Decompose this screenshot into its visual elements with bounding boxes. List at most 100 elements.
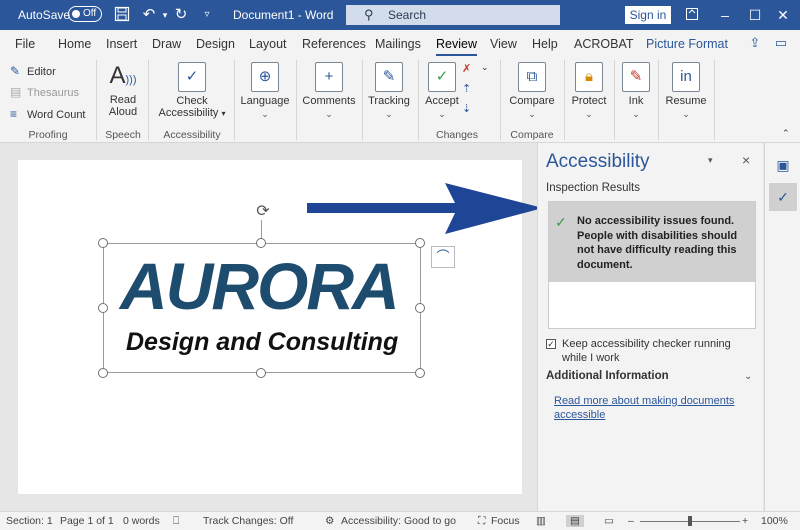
resize-handle[interactable] — [256, 368, 266, 378]
previous-change-icon[interactable]: ⇡ — [462, 82, 471, 95]
additional-info-heading[interactable]: Additional Information — [546, 370, 669, 382]
check-accessibility-icon: ✓ — [178, 62, 206, 92]
read-more-link[interactable]: Read more about making documents accessi… — [554, 394, 744, 422]
tab-layout[interactable]: Layout — [249, 37, 287, 51]
thesaurus-label: Thesaurus — [27, 87, 79, 99]
status-focus[interactable]: Focus — [491, 515, 520, 527]
resume-button[interactable]: in Resume ⌄ — [664, 62, 708, 120]
collapse-ribbon-icon[interactable]: ⌃ — [782, 128, 790, 139]
check-accessibility-button[interactable]: ✓ Check Accessibility ▾ — [156, 62, 228, 119]
language-button[interactable]: ⊕ Language ⌄ — [240, 62, 290, 120]
resize-handle[interactable] — [98, 238, 108, 248]
maximize-icon[interactable]: ☐ — [745, 5, 765, 25]
sign-in-button[interactable]: Sign in — [625, 6, 671, 24]
editor-button[interactable]: ✎ Editor — [10, 64, 56, 78]
zoom-out-icon[interactable]: – — [628, 515, 634, 527]
next-change-icon[interactable]: ⇣ — [462, 102, 471, 115]
proofing-status-icon[interactable]: ⎕ — [173, 515, 179, 528]
tab-draw[interactable]: Draw — [152, 37, 181, 51]
compare-group-label: Compare — [510, 129, 554, 141]
tab-references[interactable]: References — [302, 37, 366, 51]
status-page[interactable]: Page 1 of 1 — [60, 515, 114, 527]
tab-mailings[interactable]: Mailings — [375, 37, 421, 51]
close-icon[interactable]: ✕ — [773, 5, 793, 25]
resize-handle[interactable] — [98, 303, 108, 313]
thesaurus-button[interactable]: ▤ Thesaurus — [10, 85, 79, 99]
autosave-label: AutoSave — [18, 8, 71, 22]
search-placeholder: Search — [388, 8, 427, 22]
compare-button[interactable]: ⧉ Compare ⌄ — [506, 62, 558, 120]
rotate-handle-icon[interactable]: ⟳ — [254, 203, 272, 221]
zoom-level[interactable]: 100% — [761, 515, 788, 527]
pane-close-icon[interactable]: × — [742, 152, 750, 168]
layout-options-icon[interactable]: ⌒ — [431, 246, 455, 268]
comments-icon[interactable]: ▭ — [772, 35, 790, 53]
chevron-down-icon: ⌄ — [261, 109, 269, 119]
tab-home[interactable]: Home — [58, 37, 91, 51]
status-section[interactable]: Section: 1 — [6, 515, 53, 527]
tab-acrobat[interactable]: ACROBAT — [574, 37, 634, 51]
separator — [96, 60, 97, 140]
search-box[interactable]: ⚲ Search — [346, 5, 560, 25]
autosave-state: Off — [83, 8, 97, 19]
zoom-slider-thumb[interactable] — [688, 516, 692, 526]
tab-help[interactable]: Help — [532, 37, 558, 51]
web-layout-icon[interactable]: ▭ — [604, 515, 614, 527]
toggle-knob — [72, 10, 80, 18]
status-accessibility[interactable]: Accessibility: Good to go — [341, 515, 456, 527]
resize-handle[interactable] — [415, 303, 425, 313]
read-mode-icon[interactable]: ▥ — [536, 515, 546, 527]
inspection-results-heading: Inspection Results — [546, 182, 640, 194]
language-icon: ⊕ — [251, 62, 279, 92]
resize-handle[interactable] — [98, 368, 108, 378]
compare-icon: ⧉ — [518, 62, 546, 92]
redo-icon[interactable]: ↻ — [172, 6, 190, 24]
accessibility-icon[interactable]: ✓ — [769, 183, 797, 211]
accessibility-group-label: Accessibility — [163, 129, 221, 141]
reject-dropdown-icon[interactable]: ⌄ — [481, 62, 489, 73]
ink-button[interactable]: ✎ Ink ⌄ — [618, 62, 654, 120]
tab-insert[interactable]: Insert — [106, 37, 137, 51]
zoom-in-icon[interactable]: + — [742, 515, 748, 527]
resize-handle[interactable] — [415, 238, 425, 248]
separator — [500, 60, 501, 140]
word-count-label: Word Count — [27, 109, 86, 121]
check-label-2-wrap: Accessibility ▾ — [156, 107, 228, 119]
tracking-button[interactable]: ✎ Tracking ⌄ — [366, 62, 412, 120]
pane-options-icon[interactable]: ▾ — [708, 155, 713, 166]
speech-group-label: Speech — [105, 129, 141, 141]
tab-review[interactable]: Review — [436, 37, 477, 56]
new-comment-icon: + — [315, 62, 343, 92]
minimize-icon[interactable]: – — [715, 5, 735, 25]
separator — [148, 60, 149, 140]
print-layout-icon[interactable]: ▤ — [566, 515, 584, 527]
resize-handle[interactable] — [415, 368, 425, 378]
chevron-down-icon: ⌄ — [682, 109, 690, 119]
word-count-button[interactable]: ≡ Word Count — [10, 107, 86, 121]
ribbon-display-icon[interactable] — [682, 5, 702, 25]
status-words[interactable]: 0 words — [123, 515, 160, 527]
tab-view[interactable]: View — [490, 37, 517, 51]
customize-qat-icon[interactable]: ▿ — [198, 6, 216, 24]
image-alt-icon[interactable]: ▣ — [769, 151, 797, 179]
protect-button[interactable]: 🔒︎ Protect ⌄ — [568, 62, 610, 120]
tab-design[interactable]: Design — [196, 37, 235, 51]
tab-picture-format[interactable]: Picture Format — [646, 37, 728, 51]
chevron-down-icon: ▾ — [221, 109, 226, 118]
keep-running-option[interactable]: ✓ Keep accessibility checker running whi… — [546, 337, 758, 365]
share-icon[interactable]: ⇪ — [746, 35, 764, 53]
autosave-toggle[interactable]: Off — [68, 6, 102, 22]
pane-title: Accessibility — [546, 151, 650, 172]
keep-running-checkbox[interactable]: ✓ — [546, 339, 556, 349]
status-track-changes[interactable]: Track Changes: Off — [203, 515, 293, 527]
save-icon[interactable] — [113, 6, 131, 24]
tab-file[interactable]: File — [15, 37, 35, 51]
result-item[interactable]: ✓ No accessibility issues found. People … — [549, 202, 755, 282]
word-count-icon: ≡ — [10, 107, 18, 121]
read-aloud-button[interactable]: A))) Read Aloud — [104, 62, 142, 118]
thesaurus-icon: ▤ — [10, 85, 22, 99]
chevron-down-icon[interactable]: ⌄ — [744, 371, 752, 382]
reject-icon[interactable]: ✗ — [462, 62, 471, 75]
accept-button[interactable]: ✓ Accept ⌄ — [424, 62, 460, 120]
comments-button[interactable]: + Comments ⌄ — [302, 62, 356, 120]
